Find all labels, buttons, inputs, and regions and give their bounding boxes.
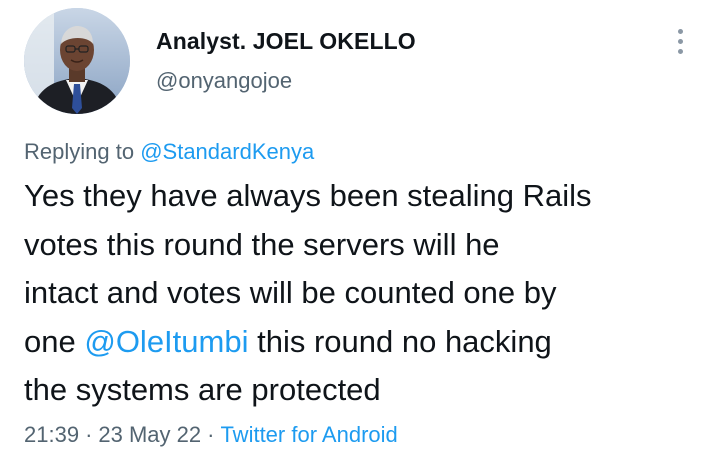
tweet-text-fragment: one xyxy=(24,323,85,359)
more-vertical-icon-dot xyxy=(677,28,683,34)
user-info: Analyst. JOEL OKELLO @onyangojoe xyxy=(156,26,416,96)
tweet-text-line: the systems are protected xyxy=(24,372,381,407)
tweet-text-line: Yes they have always been stealing Rails xyxy=(24,178,592,213)
more-vertical-icon-dot xyxy=(677,38,683,44)
tweet-text-line: intact and votes will be counted one by xyxy=(24,275,557,310)
user-handle[interactable]: @onyangojoe xyxy=(156,66,416,96)
tweet-text-fragment: this round no hacking xyxy=(248,323,552,359)
more-vertical-icon-dot xyxy=(677,48,683,54)
tweet: Analyst. JOEL OKELLO @onyangojoe Replyin… xyxy=(0,0,720,469)
tweet-source[interactable]: Twitter for Android xyxy=(220,422,397,447)
replying-to-mention[interactable]: @StandardKenya xyxy=(140,139,314,164)
tweet-text-line: one @OleItumbi this round no hacking xyxy=(24,318,704,367)
avatar[interactable] xyxy=(24,8,130,114)
replying-to-label: Replying to xyxy=(24,139,135,164)
display-name[interactable]: Analyst. JOEL OKELLO xyxy=(156,26,416,56)
meta-separator: · xyxy=(207,422,215,447)
tweet-date[interactable]: 23 May 22 xyxy=(98,422,201,447)
tweet-meta: 21:39 · 23 May 22 · Twitter for Android xyxy=(24,420,398,450)
tweet-text: Yes they have always been stealing Rails… xyxy=(24,172,704,415)
profile-photo-icon xyxy=(24,8,130,114)
more-options-button[interactable] xyxy=(666,26,694,56)
meta-separator: · xyxy=(85,422,93,447)
tweet-mention[interactable]: @OleItumbi xyxy=(84,324,248,359)
tweet-text-line: votes this round the servers will he xyxy=(24,226,500,262)
tweet-time[interactable]: 21:39 xyxy=(24,422,79,447)
replying-to: Replying to @StandardKenya xyxy=(24,137,314,167)
